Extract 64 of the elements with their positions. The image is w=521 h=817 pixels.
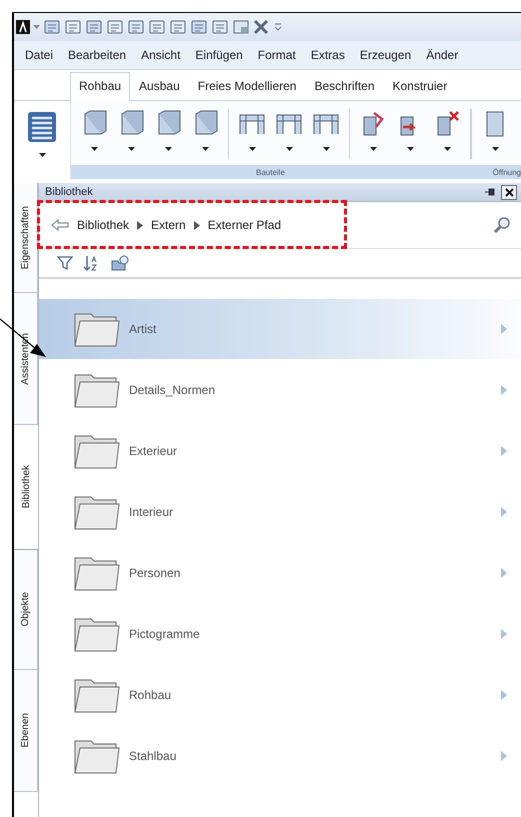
folder-row[interactable]: Rohbau [39,665,521,725]
layout-icon[interactable] [232,19,250,35]
search-icon[interactable] [493,216,511,234]
customize-icon[interactable] [274,22,282,32]
filter-icon[interactable] [57,255,73,271]
breadcrumb-item[interactable]: Bibliothek [77,218,130,232]
folder-open-icon[interactable] [111,255,129,271]
folder-row[interactable]: Personen [39,543,521,603]
side-tab[interactable]: Ebenen [14,670,38,792]
tools-icon[interactable] [253,19,271,35]
caret-icon[interactable] [492,147,498,152]
folder-name: Personen [129,566,182,580]
menu-item[interactable]: Einfügen [195,48,243,62]
menu-item[interactable]: Bearbeiten [68,48,126,62]
menu-item[interactable]: Datei [25,48,54,62]
folder-name: Artist [129,322,158,336]
breadcrumb-item[interactable]: Externer Pfad [208,218,282,232]
caret-icon[interactable] [444,147,450,152]
pin-icon[interactable] [485,188,495,196]
group-label: Öffnung [492,168,521,176]
folder-row[interactable]: Artist [39,299,521,359]
caret-icon[interactable] [202,147,208,152]
menu-item[interactable]: Erzeugen [360,48,412,62]
separator-icon [137,220,144,230]
ribbon-tab[interactable]: Ausbau [130,72,189,100]
close-icon[interactable] [504,188,514,196]
folder-name: Pictogramme [129,627,201,641]
folder-row[interactable]: Stahlbau [39,726,521,786]
caret-icon[interactable] [90,147,98,152]
folder-row[interactable]: Interieur [39,482,521,542]
folder-name: Rohbau [129,688,172,702]
side-tab[interactable]: Eigenschaften [14,183,38,293]
ribbon-tab[interactable]: Konstruier [384,72,456,100]
caret-icon[interactable] [164,147,172,152]
back-arrow-icon[interactable] [51,219,69,231]
caret-icon[interactable] [128,147,134,152]
caret-icon[interactable] [248,147,256,152]
breadcrumb-item[interactable]: Extern [151,218,186,232]
folder-name: Interieur [129,505,174,519]
folder-row[interactable]: Exterieur [39,421,521,481]
panel-title: Bibliothek [45,186,94,198]
folder-name: Exterieur [129,444,178,458]
caret-icon[interactable] [286,147,292,152]
menu-item[interactable]: Format [258,48,296,62]
menu-item[interactable]: Extras [310,48,345,62]
close-button[interactable] [501,184,517,200]
group-label: Bauteile [256,168,285,176]
side-tab[interactable]: Assistenten [14,293,38,425]
folder-name: Stahlbau [129,749,178,763]
folder-row[interactable]: Pictogramme [39,604,521,664]
caret-icon[interactable] [370,147,376,152]
ribbon-tab[interactable]: Freies Modellieren [188,72,306,100]
app-logo-icon[interactable] [16,20,30,34]
folder-name: Details_Normen [129,383,216,397]
ribbon-tab[interactable]: Beschriften [305,72,384,100]
folder-row[interactable]: Details_Normen [39,360,521,420]
menu-item[interactable]: Änder [426,48,458,62]
caret-icon[interactable] [406,147,414,152]
separator-icon [194,220,200,230]
caret-icon[interactable] [322,147,330,152]
menu-item[interactable]: Ansicht [141,48,180,62]
ribbon-tab[interactable]: Rohbau [70,72,130,101]
side-tab[interactable]: Objekte [14,550,38,670]
caret-icon[interactable] [38,153,46,158]
